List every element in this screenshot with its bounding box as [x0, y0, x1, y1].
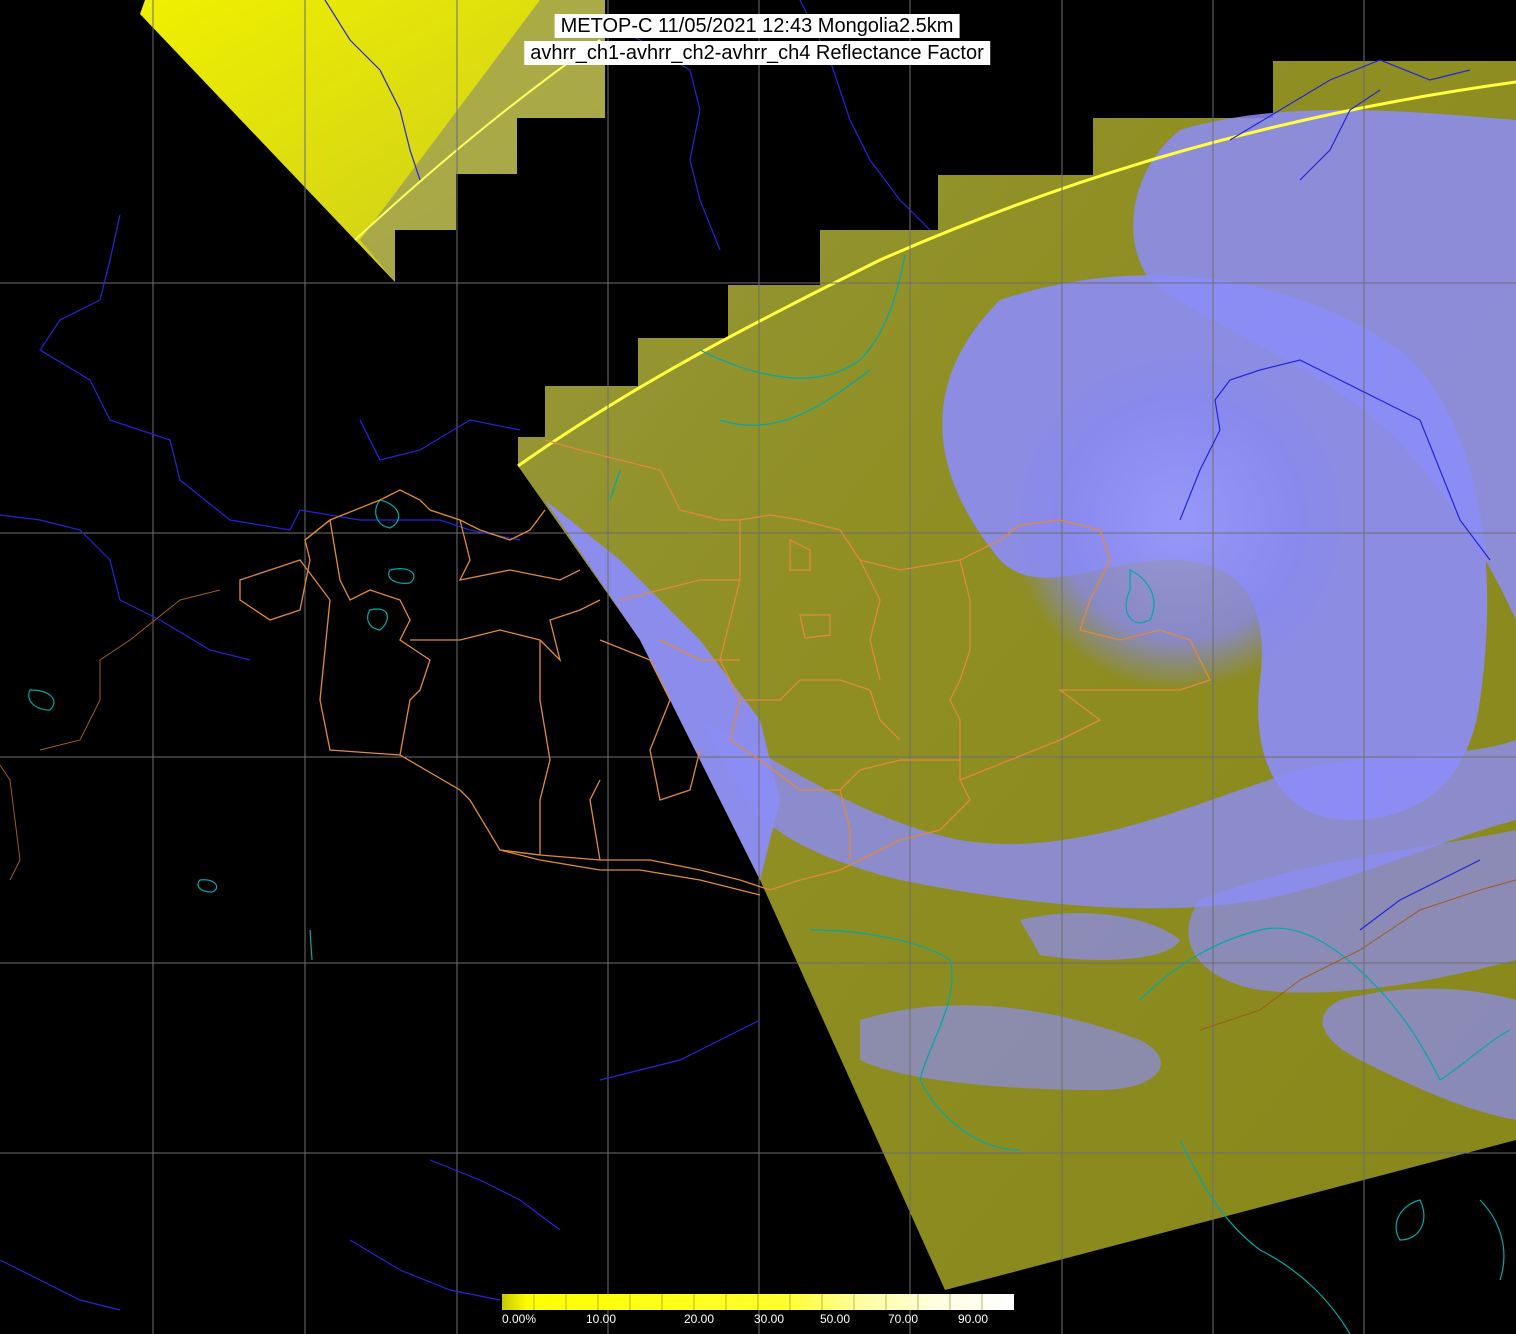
colorbar-tick: 30.00: [754, 1312, 785, 1326]
map-title-line-2: avhrr_ch1-avhrr_ch2-avhrr_ch4 Reflectanc…: [524, 41, 990, 65]
satellite-map: [0, 0, 1516, 1334]
colorbar-tick: 50.00: [820, 1312, 851, 1326]
colorbar-tick-labels: 0.00% 10.00 20.00 30.00 50.00 70.00 90.0…: [502, 1312, 1022, 1328]
colorbar-tick: 10.00: [586, 1312, 617, 1326]
colorbar-tick: 90.00: [958, 1312, 989, 1326]
colorbar-tick: 0.00%: [502, 1312, 537, 1326]
colorbar-tick: 20.00: [684, 1312, 715, 1326]
map-title-line-1: METOP-C 11/05/2021 12:43 Mongolia2.5km: [554, 14, 960, 38]
colorbar: [502, 1294, 1014, 1310]
colorbar-tick: 70.00: [888, 1312, 919, 1326]
